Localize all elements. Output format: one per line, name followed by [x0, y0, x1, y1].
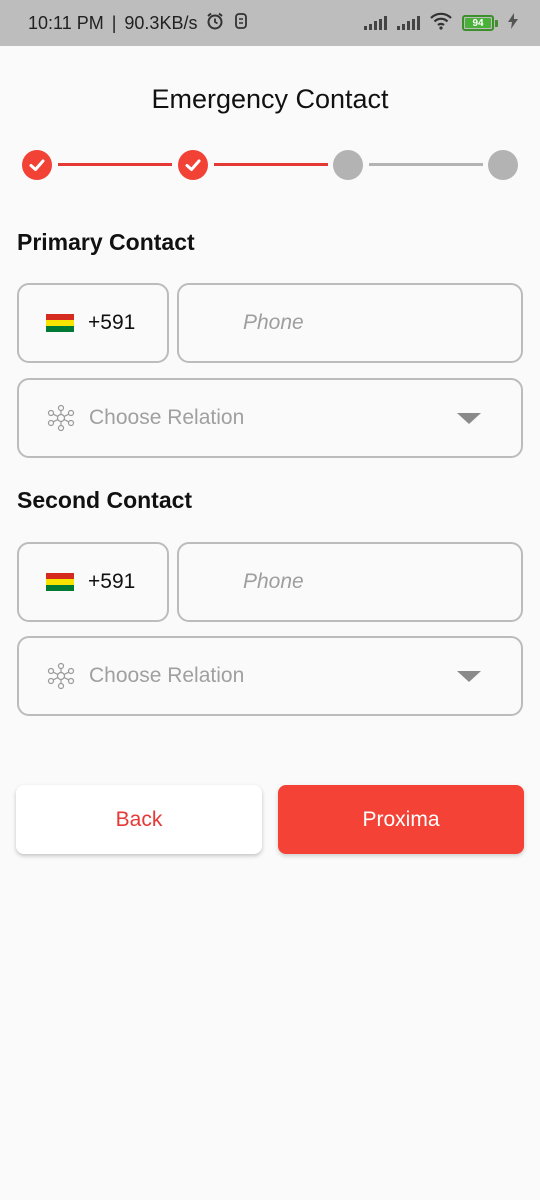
second-relation-placeholder: Choose Relation: [89, 664, 245, 687]
step-connector-1: [58, 163, 172, 166]
back-button[interactable]: Back: [16, 785, 262, 854]
second-country-code-selector[interactable]: +591: [17, 542, 169, 622]
relation-network-icon: [47, 404, 75, 432]
primary-phone-placeholder: Phone: [243, 311, 304, 334]
page-title: Emergency Contact: [151, 84, 389, 114]
charging-icon: [508, 12, 518, 34]
step-4-pending: [488, 150, 518, 180]
dropdown-arrow-icon: [457, 670, 481, 682]
primary-phone-input[interactable]: Phone: [177, 283, 523, 363]
progress-stepper: [22, 148, 518, 182]
second-phone-placeholder: Phone: [243, 570, 304, 593]
battery-level: 94: [465, 18, 491, 29]
step-connector-2: [214, 163, 328, 166]
step-2-complete: [178, 150, 208, 180]
wifi-icon: [430, 12, 452, 35]
status-left: 10:11 PM | 90.3KB/s: [28, 11, 249, 36]
primary-country-code-selector[interactable]: +591: [17, 283, 169, 363]
next-button[interactable]: Proxima: [278, 785, 524, 854]
second-phone-input[interactable]: Phone: [177, 542, 523, 622]
bolivia-flag-icon: [46, 314, 74, 332]
second-contact-title: Second Contact: [17, 487, 193, 513]
primary-relation-dropdown[interactable]: Choose Relation: [17, 378, 523, 458]
app-notification-icon: [233, 12, 249, 35]
check-icon: [29, 159, 45, 171]
status-speed: 90.3KB/s: [124, 12, 198, 33]
bolivia-flag-icon: [46, 573, 74, 591]
status-bar: 10:11 PM | 90.3KB/s 94: [0, 0, 540, 46]
primary-contact-title: Primary Contact: [17, 229, 195, 255]
step-connector-3: [369, 163, 483, 166]
alarm-icon: [205, 11, 225, 36]
signal-icon: [397, 16, 420, 30]
dropdown-arrow-icon: [457, 412, 481, 424]
primary-country-code: +591: [88, 311, 136, 334]
second-country-code: +591: [88, 570, 136, 593]
signal-icon: [364, 16, 387, 30]
check-icon: [185, 159, 201, 171]
status-separator: |: [111, 12, 117, 33]
step-1-complete: [22, 150, 52, 180]
battery-icon: 94: [462, 15, 498, 31]
second-relation-dropdown[interactable]: Choose Relation: [17, 636, 523, 716]
step-3-pending: [333, 150, 363, 180]
relation-network-icon: [47, 662, 75, 690]
status-time: 10:11 PM: [28, 12, 104, 33]
status-right: 94: [364, 12, 518, 35]
primary-relation-placeholder: Choose Relation: [89, 406, 245, 429]
